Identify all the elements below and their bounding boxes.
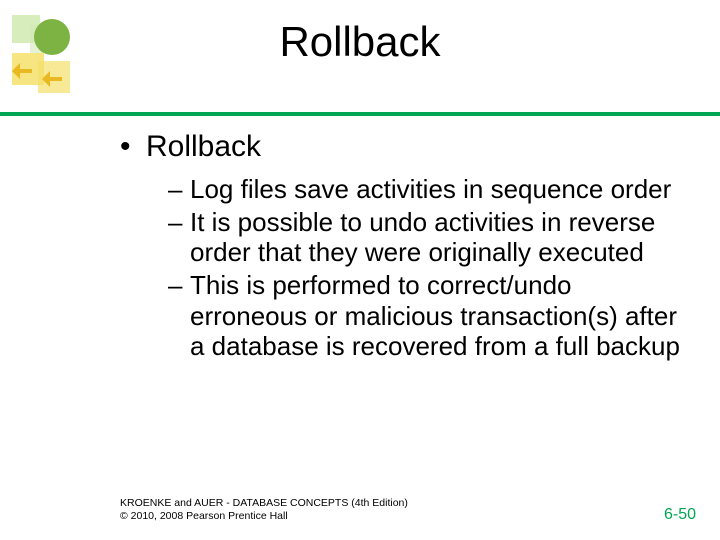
footer-source: KROENKE and AUER - DATABASE CONCEPTS (4t… [120,497,408,511]
sub-bullet-item: Log files save activities in sequence or… [168,174,680,205]
main-bullet: Rollback [120,130,680,164]
header-divider [0,112,720,116]
slide-footer: KROENKE and AUER - DATABASE CONCEPTS (4t… [120,497,696,524]
footer-source-block: KROENKE and AUER - DATABASE CONCEPTS (4t… [120,497,408,524]
slide-number: 6-50 [664,506,696,524]
footer-copyright: © 2010, 2008 Pearson Prentice Hall [120,510,408,524]
slide-title: Rollback [0,18,720,66]
sub-bullet-item: This is performed to correct/undo errone… [168,270,680,362]
sub-bullet-list: Log files save activities in sequence or… [120,174,680,362]
slide-content: Rollback Log files save activities in se… [120,130,680,364]
sub-bullet-item: It is possible to undo activities in rev… [168,207,680,268]
slide-header: Rollback [0,18,720,66]
